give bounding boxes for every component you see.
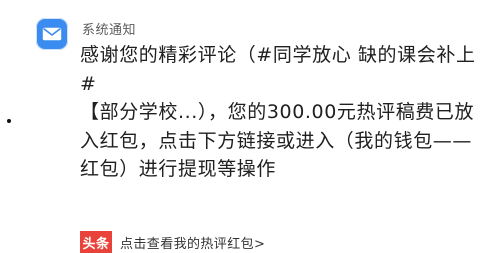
bullet-dot [7,119,11,123]
view-red-packet-link-text[interactable]: 点击查看我的热评红包> [120,233,265,252]
sender-name: 系统通知 [82,23,137,38]
mail-icon [36,18,68,50]
notification-message: 感谢您的精彩评论（#同学放心 缺的课会补上# 【部分学校...），您的300.0… [80,44,476,180]
notification-screen: 系统通知 感谢您的精彩评论（#同学放心 缺的课会补上# 【部分学校...），您的… [0,0,500,253]
